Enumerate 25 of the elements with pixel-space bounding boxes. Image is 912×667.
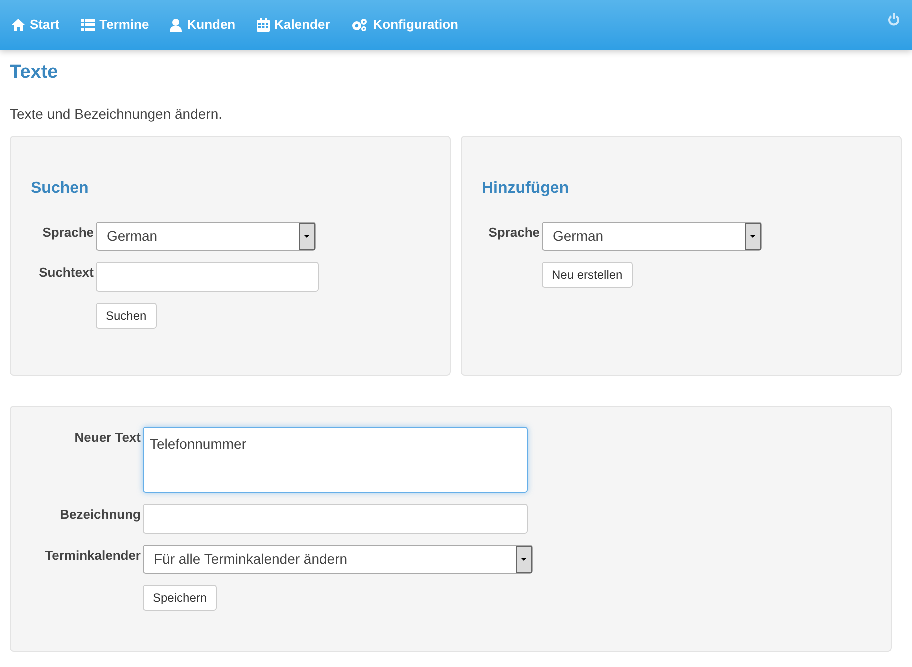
field-label: Neuer Text (74, 428, 141, 446)
field-label: Sprache (488, 224, 540, 242)
gears-icon (351, 18, 368, 32)
panel-title: Suchen (31, 178, 90, 198)
action-button[interactable]: Neu erstellen (542, 262, 633, 288)
page-description: Texte und Bezeichnungen ändern. (10, 104, 224, 124)
user-icon (170, 18, 182, 32)
dropdown[interactable]: Für alle Terminkalender ändern (143, 544, 533, 574)
page-title: Texte (10, 61, 60, 85)
list-icon (80, 19, 95, 31)
dropdown[interactable]: German (542, 222, 762, 250)
field-label: Terminkalender (44, 546, 141, 564)
field-label: Sprache (42, 224, 94, 242)
power-icon[interactable] (888, 12, 900, 26)
input-field[interactable] (143, 504, 528, 534)
action-button[interactable]: Speichern (143, 584, 218, 610)
action-button[interactable]: Suchen (96, 302, 157, 328)
field-label: Bezeichnung (59, 506, 141, 524)
panel-title: Hinzufügen (482, 178, 570, 198)
field-label: Suchtext (38, 264, 94, 282)
input-field[interactable] (96, 262, 319, 292)
calendar-icon (256, 18, 270, 32)
house-icon (12, 19, 25, 31)
dropdown[interactable]: German (96, 222, 316, 250)
text-area[interactable]: Telefonnummer (143, 426, 528, 492)
